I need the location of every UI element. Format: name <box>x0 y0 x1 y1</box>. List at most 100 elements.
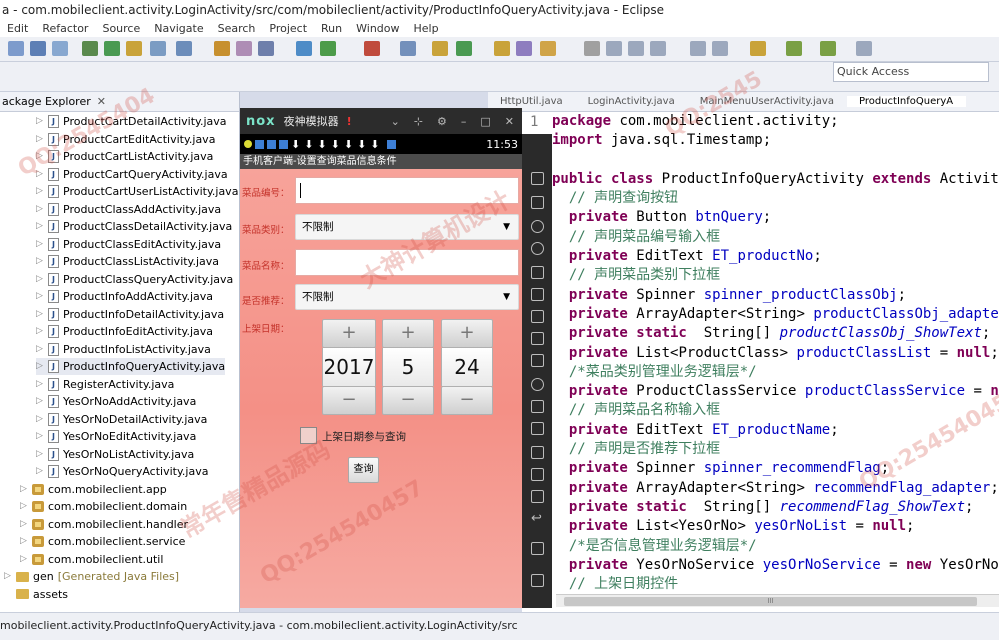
install-apk-icon[interactable] <box>531 354 544 367</box>
show-whitespace-icon[interactable] <box>650 41 666 56</box>
external-tools-icon[interactable] <box>364 41 380 56</box>
block-selection-icon[interactable] <box>628 41 644 56</box>
menu-window[interactable]: Window <box>349 20 406 37</box>
back-arrow-icon[interactable] <box>786 41 802 56</box>
year-plus-button[interactable]: + <box>322 319 376 348</box>
menu-search[interactable]: Search <box>211 20 263 37</box>
screen-icon[interactable] <box>531 266 544 279</box>
tree-gen-folder[interactable]: ▷ gen [Generated Java Files] <box>4 568 179 585</box>
tree-file-item[interactable]: ▷ J ProductCartDetailActivity.java <box>36 113 227 130</box>
android-sdk-icon[interactable] <box>126 41 142 56</box>
link-icon[interactable] <box>258 41 274 56</box>
menu-project[interactable]: Project <box>262 20 314 37</box>
back-icon[interactable]: ↩ <box>531 512 544 525</box>
expand-arrow-icon[interactable]: ▷ <box>20 551 28 568</box>
new-package-icon[interactable] <box>432 41 448 56</box>
run-icon[interactable] <box>104 41 120 56</box>
tree-package-item[interactable]: ▷ com.mobileclient.domain <box>20 498 187 515</box>
tree-file-item[interactable]: ▷ J ProductCartUserListActivity.java <box>36 183 238 200</box>
recent-apps-icon[interactable] <box>531 574 544 587</box>
code-text[interactable]: package com.mobileclient.activity; impor… <box>552 112 999 592</box>
tab-mainmenuuseractivity[interactable]: MainMenuUserActivity.java <box>688 96 847 107</box>
tree-file-item[interactable]: ▷ J ProductClassListActivity.java <box>36 253 219 270</box>
tree-file-item[interactable]: ▷ J ProductInfoEditActivity.java <box>36 323 213 340</box>
day-picker[interactable]: + 24 − <box>441 319 493 415</box>
tree-file-item[interactable]: ▷ J ProductInfoListActivity.java <box>36 341 211 358</box>
expand-arrow-icon[interactable]: ▷ <box>36 218 44 235</box>
save-icon[interactable] <box>30 41 46 56</box>
run-as-icon[interactable] <box>320 41 336 56</box>
checkbox-icon[interactable] <box>176 41 192 56</box>
month-picker[interactable]: + 5 − <box>382 319 434 415</box>
prev-annotation-icon[interactable] <box>712 41 728 56</box>
tree-assets-folder[interactable]: assets <box>16 586 68 603</box>
keyboard-icon[interactable] <box>531 196 544 209</box>
tree-file-item[interactable]: ▷ J ProductClassDetailActivity.java <box>36 218 232 235</box>
tree-file-item[interactable]: ▷ J YesOrNoDetailActivity.java <box>36 411 207 428</box>
wizard-icon[interactable] <box>236 41 252 56</box>
menu-run[interactable]: Run <box>314 20 349 37</box>
expand-arrow-icon[interactable]: ▷ <box>36 271 44 288</box>
open-type-icon[interactable] <box>494 41 510 56</box>
tree-file-item[interactable]: ▷ J ProductClassQueryActivity.java <box>36 271 233 288</box>
scissors-icon[interactable] <box>531 220 544 233</box>
volume-down-icon[interactable] <box>531 332 544 345</box>
expand-arrow-icon[interactable]: ▷ <box>20 481 28 498</box>
word-wrap-icon[interactable] <box>606 41 622 56</box>
toggle-mark-icon[interactable] <box>584 41 600 56</box>
open-task-icon[interactable] <box>516 41 532 56</box>
debug-icon[interactable] <box>82 41 98 56</box>
quick-access-input[interactable]: Quick Access <box>833 62 989 82</box>
expand-arrow-icon[interactable]: ▷ <box>36 376 44 393</box>
print-icon[interactable] <box>52 41 68 56</box>
expand-arrow-icon[interactable]: ▷ <box>36 393 44 410</box>
close-icon[interactable]: ✕ <box>505 115 514 128</box>
phone-icon[interactable] <box>531 172 544 185</box>
open-folder-icon[interactable] <box>214 41 230 56</box>
pin-icon[interactable]: ⊹ <box>414 115 423 128</box>
tree-file-item[interactable]: ▷ J YesOrNoQueryActivity.java <box>36 463 208 480</box>
multi-instance-icon[interactable] <box>531 400 544 413</box>
new-icon[interactable] <box>8 41 24 56</box>
tree-file-item[interactable]: ▷ J ProductClassEditActivity.java <box>36 236 221 253</box>
tree-package-item[interactable]: ▷ com.mobileclient.service <box>20 533 185 550</box>
tree-file-item[interactable]: ▷ J ProductInfoQueryActivity.java <box>36 358 226 375</box>
tree-file-item[interactable]: ▷ J ProductCartListActivity.java <box>36 148 213 165</box>
expand-arrow-icon[interactable]: ▷ <box>20 533 28 550</box>
tree-package-item[interactable]: ▷ com.mobileclient.handler <box>20 516 188 533</box>
tree-file-item[interactable]: ▷ J ProductCartEditActivity.java <box>36 131 215 148</box>
tree-file-item[interactable]: ▷ J ProductCartQueryActivity.java <box>36 166 228 183</box>
package-explorer-tab[interactable]: ackage Explorer ✕ <box>0 92 239 112</box>
tree-file-item[interactable]: ▷ J YesOrNoEditActivity.java <box>36 428 196 445</box>
gear-icon[interactable]: ⚙ <box>437 115 447 128</box>
expand-arrow-icon[interactable]: ▷ <box>36 201 44 218</box>
expand-arrow-icon[interactable]: ▷ <box>36 131 44 148</box>
year-picker[interactable]: + 2017 − <box>322 319 376 415</box>
tree-package-item[interactable]: ▷ com.mobileclient.util <box>20 551 163 568</box>
expand-arrow-icon[interactable]: ▷ <box>36 428 44 445</box>
pencil-icon[interactable] <box>540 41 556 56</box>
tree-file-item[interactable]: ▷ J ProductInfoDetailActivity.java <box>36 306 224 323</box>
product-name-input[interactable] <box>295 249 519 276</box>
avd-manager-icon[interactable] <box>150 41 166 56</box>
gear-icon[interactable] <box>296 41 312 56</box>
date-query-checkbox[interactable] <box>300 427 317 444</box>
expand-arrow-icon[interactable]: ▷ <box>36 463 44 480</box>
menu-lines-icon[interactable] <box>531 468 544 481</box>
expand-arrow-icon[interactable]: ▷ <box>36 253 44 270</box>
product-class-spinner[interactable]: 不限制 ▼ <box>295 214 519 240</box>
tree-file-item[interactable]: ▷ J YesOrNoListActivity.java <box>36 446 194 463</box>
menu-edit[interactable]: Edit <box>0 20 35 37</box>
expand-arrow-icon[interactable]: ▷ <box>36 166 44 183</box>
scrollbar-thumb[interactable]: III <box>564 597 977 606</box>
query-button[interactable]: 查询 <box>348 457 379 483</box>
search-icon[interactable] <box>400 41 416 56</box>
menu-source[interactable]: Source <box>95 20 147 37</box>
month-minus-button[interactable]: − <box>382 386 434 415</box>
menu-navigate[interactable]: Navigate <box>147 20 210 37</box>
loading-icon[interactable] <box>531 378 544 391</box>
fullscreen-icon[interactable] <box>531 288 544 301</box>
tree-file-item[interactable]: ▷ J RegisterActivity.java <box>36 376 174 393</box>
expand-arrow-icon[interactable]: ▷ <box>36 323 44 340</box>
pin-editor-icon[interactable] <box>856 41 872 56</box>
